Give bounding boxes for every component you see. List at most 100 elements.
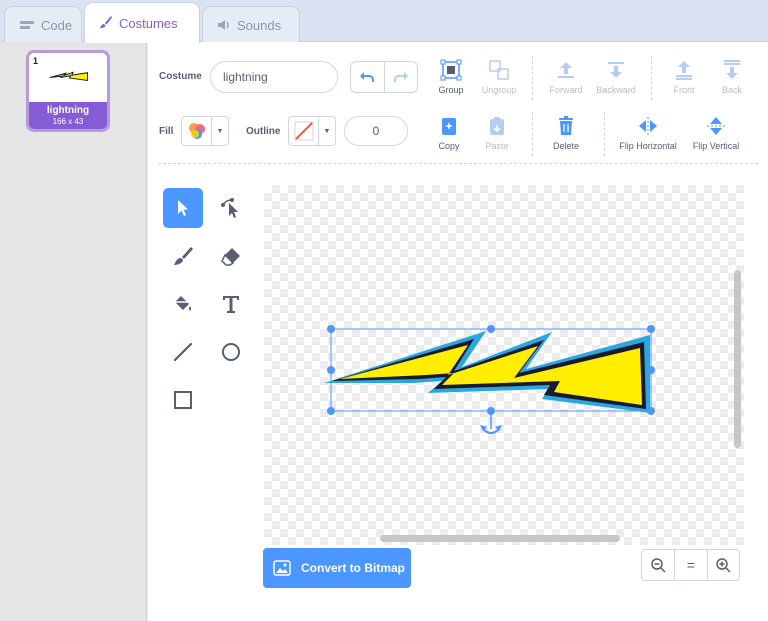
costume-thumbnail [49,71,89,82]
costume-name-label: Costume [159,71,202,82]
toolbar-divider [604,112,605,156]
costume-tile-size: 166 x 43 [52,117,84,126]
circle-icon [222,343,240,361]
line-tool[interactable] [163,332,203,372]
tab-sounds[interactable]: Sounds [202,6,300,44]
zoom-in-button[interactable] [706,550,739,580]
copy-icon [442,118,456,135]
brush-icon [174,247,193,265]
zoom-controls: = [641,549,740,581]
front-icon [676,61,692,80]
zoom-out-button[interactable] [642,550,674,580]
flip-horizontal-button[interactable]: Flip Horizontal [614,115,682,151]
delete-button[interactable]: Delete [537,115,595,151]
ungroup-icon [489,60,509,80]
undo-button[interactable] [351,62,384,92]
costume-tile-name: lightning [46,105,90,116]
brush-tool[interactable] [163,236,203,276]
no-color-icon [294,121,313,141]
tab-code-label: Code [41,18,73,33]
outline-swatch [289,117,319,145]
group-icon [440,59,462,81]
paste-button[interactable]: Paste [468,115,526,151]
zoom-out-icon [651,558,666,573]
tab-costumes-label: Costumes [119,15,178,31]
resize-handle [487,325,495,333]
front-label: Front [673,85,695,95]
zoom-reset-button[interactable]: = [674,550,706,580]
costume-list: 1 lightning 166 x 43 [0,42,147,621]
backward-label: Backward [596,85,636,95]
eraser-tool[interactable] [211,236,251,276]
costume-tile-footer: lightning 166 x 43 [29,102,107,129]
text-icon [223,296,239,313]
vertical-scrollbar[interactable] [734,270,741,448]
redo-icon [393,72,408,82]
eraser-icon [221,248,240,266]
speaker-icon [217,19,231,33]
toolbar-separator [158,163,758,164]
reshape-icon [221,198,238,218]
resize-handle [327,325,335,333]
paste-label: Paste [485,141,509,151]
resize-handle [647,325,655,333]
canvas-artwork [324,325,655,434]
undo-redo-group [350,61,418,93]
drawing-canvas[interactable] [264,185,744,545]
fill-color-picker[interactable]: ▼ [181,116,229,146]
backward-button[interactable]: Backward [587,59,645,95]
zoom-reset-label: = [686,557,696,573]
flip-vertical-icon [707,117,725,135]
resize-handle [487,407,495,415]
costume-tile[interactable]: 1 lightning 166 x 43 [26,50,110,132]
rectangle-tool[interactable] [163,380,203,420]
flip-vertical-label: Flip Vertical [692,141,740,151]
tab-sounds-label: Sounds [237,18,282,33]
chevron-down-icon: ▼ [323,127,331,135]
horizontal-scrollbar[interactable] [380,535,620,542]
rotate-handle-icon[interactable] [480,415,502,434]
fill-swatch [182,117,212,145]
fill-label: Fill [159,126,174,137]
multicolor-fill-icon [188,123,205,139]
circle-tool[interactable] [211,332,251,372]
line-icon [173,342,193,362]
copy-label: Copy [438,141,460,151]
back-icon [724,60,740,79]
flip-vertical-button[interactable]: Flip Vertical [686,115,746,151]
tab-costumes[interactable]: Costumes [84,2,200,43]
outline-color-picker[interactable]: ▼ [288,116,336,146]
outline-width-input[interactable]: 0 [344,116,408,146]
paintbrush-icon [99,15,113,31]
toolbar-divider [532,112,533,156]
flip-horizontal-icon [639,117,657,135]
back-button[interactable]: Back [703,59,761,95]
ungroup-label: Ungroup [481,85,517,95]
forward-icon [558,62,574,78]
lightning-shape[interactable] [324,331,650,413]
costume-name-input[interactable]: lightning [210,61,338,93]
reshape-tool[interactable] [211,188,251,228]
tab-code[interactable]: Code [4,6,82,44]
toolbar-divider [651,56,652,100]
toolbar-divider [532,56,533,100]
rectangle-icon [174,391,192,409]
delete-label: Delete [552,141,579,151]
undo-icon [360,72,375,82]
ungroup-button[interactable]: Ungroup [470,59,528,95]
resize-handle [327,366,335,374]
paste-icon [490,117,504,135]
backward-icon [608,62,624,78]
image-icon [273,560,291,576]
convert-to-bitmap-button[interactable]: Convert to Bitmap [263,548,411,588]
trash-icon [559,116,573,135]
back-label: Back [721,85,742,95]
resize-handle [647,366,655,374]
paint-editor: Costume lightning Group Ungroup Forward … [148,42,768,621]
fill-tool[interactable] [163,284,203,324]
forward-label: Forward [549,85,583,95]
text-tool[interactable] [211,284,251,324]
redo-button[interactable] [383,62,417,92]
select-tool[interactable] [163,188,203,228]
resize-handle [647,407,655,415]
